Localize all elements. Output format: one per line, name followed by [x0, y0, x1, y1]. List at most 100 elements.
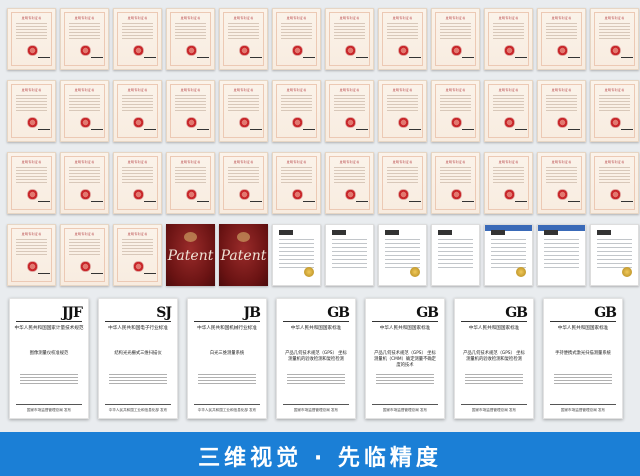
standard-document: JJF 中华人民共和国国家计量技术规范 图像测量仪校准规范 国家市场监督管理总局 发布 — [9, 298, 89, 419]
certificate-title: 发明专利证书 — [604, 160, 625, 164]
standard-code: JB — [243, 305, 261, 321]
signature-line — [568, 201, 580, 204]
red-seal-icon — [27, 117, 38, 128]
standard-publisher: 国家市场监督管理总局 发布 — [293, 408, 339, 412]
standard-code: GB — [505, 305, 528, 321]
certificate-text-lines — [228, 23, 259, 41]
document-text-lines — [385, 239, 420, 269]
certificate-title: 发明专利证书 — [286, 16, 307, 20]
certificate-text-lines — [546, 95, 577, 113]
gold-seal-icon — [410, 267, 420, 277]
red-seal-icon — [345, 117, 356, 128]
red-seal-icon — [504, 117, 515, 128]
certificate-title: 发明专利证书 — [445, 88, 466, 92]
red-seal-icon — [239, 45, 250, 56]
certificate-title: 发明专利证书 — [604, 88, 625, 92]
divider — [105, 321, 171, 322]
logo-icon — [438, 230, 452, 235]
patent-certificate: 发明专利证书 — [537, 152, 586, 214]
logo-icon — [597, 230, 611, 235]
signature-line — [621, 129, 633, 132]
red-seal-icon — [27, 45, 38, 56]
international-patent-certificate: Patent — [219, 224, 268, 286]
standard-publisher: 国家市场监督管理总局 发布 — [471, 408, 517, 412]
red-seal-icon — [557, 45, 568, 56]
red-seal-icon — [186, 117, 197, 128]
patent-certificate: 发明专利证书 — [7, 224, 56, 286]
certificate-text-lines — [228, 95, 259, 113]
standard-publisher: 国家市场监督管理总局 发布 — [26, 408, 72, 412]
certificate-title: 发明专利证书 — [392, 16, 413, 20]
red-seal-icon — [239, 189, 250, 200]
certificate-title: 发明专利证书 — [339, 88, 360, 92]
divider — [550, 404, 616, 405]
certificate-title: 发明专利证书 — [74, 232, 95, 236]
certificate-title: 发明专利证书 — [127, 16, 148, 20]
red-seal-icon — [27, 189, 38, 200]
patent-certificate: 发明专利证书 — [378, 152, 427, 214]
signature-line — [621, 201, 633, 204]
certificate-title: 发明专利证书 — [392, 160, 413, 164]
patent-certificate: 发明专利证书 — [431, 80, 480, 142]
patent-certificate: 发明专利证书 — [484, 8, 533, 70]
certificate-title: 发明专利证书 — [286, 88, 307, 92]
red-seal-icon — [239, 117, 250, 128]
red-seal-icon — [557, 117, 568, 128]
patent-certificate: 发明专利证书 — [378, 8, 427, 70]
standard-code: SJ — [156, 305, 172, 321]
red-seal-icon — [186, 45, 197, 56]
document-text-lines — [544, 239, 579, 269]
standard-fine-print — [198, 374, 256, 384]
certificate-text-lines — [334, 23, 365, 41]
standard-title: 图像测量仪校准规范 — [29, 351, 69, 356]
patent-certificate: 发明专利证书 — [590, 8, 639, 70]
standards-row: JJF 中华人民共和国国家计量技术规范 图像测量仪校准规范 国家市场监督管理总局 发布… — [9, 298, 623, 419]
signature-line — [568, 57, 580, 60]
gold-seal-icon — [622, 267, 632, 277]
certificate-title: 发明专利证书 — [127, 232, 148, 236]
signature-line — [515, 57, 527, 60]
certification-document — [325, 224, 374, 286]
signature-line — [197, 201, 209, 204]
certificate-title: 发明专利证书 — [21, 232, 42, 236]
signature-line — [144, 273, 156, 276]
patent-certificate: 发明专利证书 — [219, 80, 268, 142]
patent-certificate: 发明专利证书 — [113, 152, 162, 214]
gold-seal-icon — [516, 267, 526, 277]
patent-certificate: 发明专利证书 — [484, 80, 533, 142]
certificate-title: 发明专利证书 — [339, 16, 360, 20]
red-seal-icon — [80, 189, 91, 200]
cert-row-1: 发明专利证书 发明专利证书 发明专利证书 发明专利证书 发明专利证书 发明专利证书 发明专利… — [7, 8, 639, 70]
certificate-text-lines — [69, 23, 100, 41]
certification-document — [590, 224, 639, 286]
certificate-title: 发明专利证书 — [180, 88, 201, 92]
red-seal-icon — [504, 45, 515, 56]
signature-line — [568, 129, 580, 132]
document-text-lines — [597, 239, 632, 269]
standard-organization: 中华人民共和国国家标准 — [468, 326, 520, 331]
standard-title: 手持便携式激光扫描测量系统 — [555, 351, 611, 356]
certificate-title: 发明专利证书 — [21, 16, 42, 20]
red-seal-icon — [133, 45, 144, 56]
signature-line — [356, 57, 368, 60]
red-seal-icon — [186, 189, 197, 200]
certificate-title: 发明专利证书 — [498, 16, 519, 20]
certificate-title: 发明专利证书 — [74, 160, 95, 164]
certificate-title: 发明专利证书 — [445, 160, 466, 164]
certificate-text-lines — [493, 95, 524, 113]
standard-code: JJF — [61, 305, 83, 321]
standard-publisher: 国家市场监督管理总局 发布 — [560, 408, 606, 412]
certificate-text-lines — [175, 167, 206, 185]
certificate-text-lines — [387, 167, 418, 185]
red-seal-icon — [80, 45, 91, 56]
certificate-text-lines — [122, 23, 153, 41]
certificate-text-lines — [493, 167, 524, 185]
patent-certificate: 发明专利证书 — [60, 224, 109, 286]
standard-title: 结构光光栅式三维扫描仪 — [114, 351, 162, 356]
patent-certificate: 发明专利证书 — [272, 8, 321, 70]
certificate-title: 发明专利证书 — [127, 160, 148, 164]
certificate-title: 发明专利证书 — [233, 16, 254, 20]
signature-line — [250, 201, 262, 204]
red-seal-icon — [292, 117, 303, 128]
standard-code: GB — [327, 305, 350, 321]
